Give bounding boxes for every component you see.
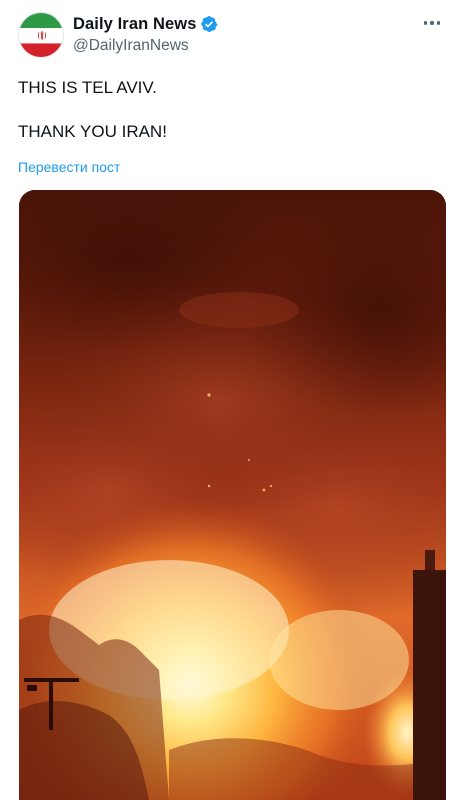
tweet-line: THANK YOU IRAN! xyxy=(18,122,167,141)
tweet-line-gap xyxy=(18,99,167,121)
iran-flag-icon xyxy=(19,13,63,57)
more-options-dot xyxy=(436,21,441,25)
media-video[interactable] xyxy=(19,190,446,800)
display-name[interactable]: Daily Iran News xyxy=(73,15,196,34)
more-options-icon xyxy=(423,21,428,25)
more-options-button[interactable] xyxy=(419,12,445,34)
avatar[interactable] xyxy=(18,12,64,58)
more-options-dot xyxy=(430,21,434,25)
display-name-row: Daily Iran News xyxy=(73,13,218,35)
author-names: Daily Iran News @DailyIranNews xyxy=(73,13,218,55)
tweet-header: Daily Iran News @DailyIranNews xyxy=(18,10,449,58)
translate-post-link[interactable]: Перевести пост xyxy=(18,159,120,175)
tweet-text: THIS IS TEL AVIV. THANK YOU IRAN! xyxy=(18,77,167,143)
tweet-card: Daily Iran News @DailyIranNews THIS IS T… xyxy=(0,0,465,800)
tweet-line: THIS IS TEL AVIV. xyxy=(18,78,157,97)
author-handle[interactable]: @DailyIranNews xyxy=(73,37,218,55)
verified-badge-icon xyxy=(201,15,218,33)
explosion-image xyxy=(19,190,446,800)
